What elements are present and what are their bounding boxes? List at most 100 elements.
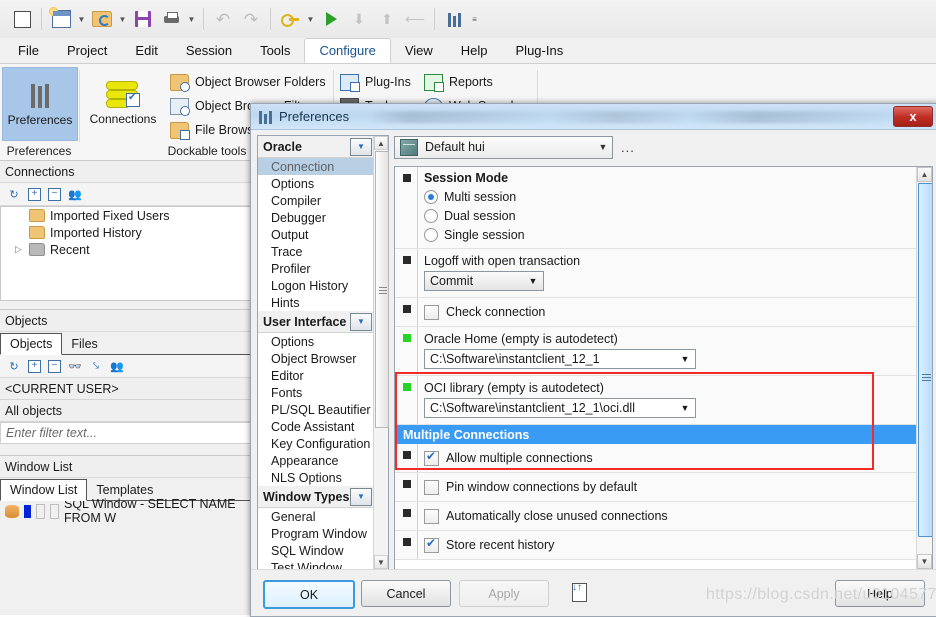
tree-item-plsql-beautifier[interactable]: PL/SQL Beautifier — [258, 401, 374, 418]
radio-single-session[interactable]: Single session — [424, 225, 932, 244]
ribbon-preferences-button[interactable]: Preferences — [2, 67, 78, 141]
import-export-icon[interactable] — [569, 582, 589, 602]
scrollbar-thumb[interactable] — [375, 151, 389, 428]
tree-item-code-assistant[interactable]: Code Assistant — [258, 418, 374, 435]
chevron-down-icon[interactable]: ▼ — [350, 312, 372, 331]
tree-item-general[interactable]: General — [258, 508, 374, 525]
menu-project[interactable]: Project — [53, 38, 121, 63]
scroll-down-icon[interactable]: ▼ — [917, 554, 932, 569]
tree-item-profiler[interactable]: Profiler — [258, 260, 374, 277]
new-connection-icon[interactable]: 👥 — [68, 187, 82, 201]
scroll-up-icon[interactable]: ▲ — [374, 136, 388, 150]
menu-session[interactable]: Session — [172, 38, 246, 63]
tree-item-fonts[interactable]: Fonts — [258, 384, 374, 401]
tree-item-imported-fixed-users[interactable]: Imported Fixed Users — [1, 207, 250, 224]
menu-view[interactable]: View — [391, 38, 447, 63]
tree-item-ui-options[interactable]: Options — [258, 333, 374, 350]
ribbon-connections-button[interactable]: Connections — [86, 67, 160, 139]
tree-item-appearance[interactable]: Appearance — [258, 452, 374, 469]
tree-item-options[interactable]: Options — [258, 175, 374, 192]
toolbar-overflow-icon[interactable]: ≡ — [468, 6, 481, 32]
menu-plug-ins[interactable]: Plug-Ins — [502, 38, 578, 63]
tree-item-sql-window[interactable]: SQL Window — [258, 542, 374, 559]
category-header-oracle[interactable]: Oracle ▼ — [258, 136, 374, 158]
step-over-icon[interactable]: ⬆ — [373, 5, 401, 33]
tree-item-compiler[interactable]: Compiler — [258, 192, 374, 209]
logon-dropdown-icon[interactable]: ▼ — [304, 6, 317, 32]
tree-item-recent[interactable]: ▷ Recent — [1, 241, 250, 258]
dialog-title-bar[interactable]: Preferences x — [251, 104, 936, 130]
undo-icon[interactable]: ↶ — [209, 5, 237, 33]
new-document-dropdown-icon[interactable]: ▼ — [75, 6, 88, 32]
profile-more-button[interactable]: ... — [621, 140, 635, 155]
new-document-icon[interactable] — [47, 5, 75, 33]
tree-item-key-configuration[interactable]: Key Configuration — [258, 435, 374, 452]
checkbox-check-connection[interactable]: Check connection — [424, 301, 932, 323]
print-dropdown-icon[interactable]: ▼ — [185, 6, 198, 32]
menu-help[interactable]: Help — [447, 38, 502, 63]
tree-item-editor[interactable]: Editor — [258, 367, 374, 384]
tree-item-output[interactable]: Output — [258, 226, 374, 243]
tree-item-logon-history[interactable]: Logon History — [258, 277, 374, 294]
objects-current-user-row[interactable]: <CURRENT USER> — [0, 378, 251, 400]
preferences-sliders-icon[interactable] — [440, 5, 468, 33]
cancel-button[interactable]: Cancel — [361, 580, 451, 607]
ribbon-item-object-browser-folders[interactable]: Object Browser Folders — [170, 70, 330, 94]
expand-all-icon[interactable]: + — [28, 187, 41, 201]
ribbon-item-plug-ins[interactable]: Plug-Ins — [340, 70, 430, 94]
category-header-window-types[interactable]: Window Types ▼ — [258, 486, 374, 508]
user-icon[interactable]: 👥 — [110, 359, 124, 373]
tree-item-nls-options[interactable]: NLS Options — [258, 469, 374, 486]
options-vertical-scrollbar[interactable]: ▲ ▼ — [916, 167, 932, 569]
open-folder-icon[interactable] — [88, 5, 116, 33]
execute-play-icon[interactable] — [317, 5, 345, 33]
chevron-right-icon[interactable]: ▷ — [15, 244, 24, 255]
menu-configure[interactable]: Configure — [304, 38, 391, 63]
oracle-home-input[interactable]: C:\Software\instantclient_12_1 ▼ — [424, 349, 696, 369]
tab-files[interactable]: Files — [62, 334, 106, 354]
logoff-select[interactable]: Commit ▼ — [424, 271, 544, 291]
print-icon[interactable] — [157, 5, 185, 33]
chevron-down-icon[interactable]: ▼ — [675, 403, 695, 413]
scroll-down-icon[interactable]: ▼ — [374, 555, 388, 569]
chevron-down-icon[interactable]: ▼ — [350, 487, 372, 506]
oci-library-input[interactable]: C:\Software\instantclient_12_1\oci.dll ▼ — [424, 398, 696, 418]
refresh-icon[interactable]: ↻ — [7, 187, 21, 201]
key-icon[interactable] — [276, 5, 304, 33]
break-icon[interactable]: ⟵ — [401, 5, 429, 33]
refresh-icon[interactable]: ↻ — [7, 359, 21, 373]
open-folder-dropdown-icon[interactable]: ▼ — [116, 6, 129, 32]
redo-icon[interactable]: ↷ — [237, 5, 265, 33]
menu-tools[interactable]: Tools — [246, 38, 304, 63]
tree-item-hints[interactable]: Hints — [258, 294, 374, 311]
tree-vertical-scrollbar[interactable]: ▲ ▼ — [373, 136, 389, 569]
chevron-down-icon[interactable]: ▼ — [594, 142, 612, 152]
radio-multi-session[interactable]: Multi session — [424, 187, 932, 206]
profile-select[interactable]: Default hui ▼ — [394, 135, 613, 159]
chevron-down-icon[interactable]: ▼ — [523, 276, 543, 286]
checkbox-pin-window-connections[interactable]: Pin window connections by default — [424, 476, 932, 498]
menu-file[interactable]: File — [4, 38, 53, 63]
expand-all-icon[interactable]: + — [28, 359, 41, 373]
tab-objects[interactable]: Objects — [0, 333, 63, 355]
checkbox-auto-close-unused-connections[interactable]: Automatically close unused connections — [424, 505, 932, 527]
preferences-category-tree[interactable]: Oracle ▼ Connection Options Compiler Deb… — [257, 135, 389, 575]
radio-dual-session[interactable]: Dual session — [424, 206, 932, 225]
close-icon[interactable]: x — [893, 106, 933, 127]
category-header-user-interface[interactable]: User Interface ▼ — [258, 311, 374, 333]
search-binoculars-icon[interactable]: 👓 — [68, 359, 82, 373]
save-icon[interactable] — [129, 5, 157, 33]
chevron-down-icon[interactable]: ▼ — [675, 354, 695, 364]
tab-window-list[interactable]: Window List — [0, 479, 88, 501]
window-list-row[interactable]: SQL Window - SELECT NAME FROM W — [0, 497, 251, 525]
connections-tree[interactable]: Imported Fixed Users Imported History ▷ … — [0, 206, 251, 301]
ribbon-item-reports[interactable]: Reports — [424, 70, 544, 94]
new-window-icon[interactable] — [8, 5, 36, 33]
collapse-all-icon[interactable]: − — [48, 359, 61, 373]
objects-scope-row[interactable]: All objects — [0, 400, 251, 422]
scrollbar-thumb[interactable] — [918, 183, 932, 537]
checkbox-store-recent-history[interactable]: Store recent history — [424, 534, 932, 556]
scroll-up-icon[interactable]: ▲ — [917, 167, 932, 182]
tree-item-object-browser[interactable]: Object Browser — [258, 350, 374, 367]
ok-button[interactable]: OK — [263, 580, 355, 609]
